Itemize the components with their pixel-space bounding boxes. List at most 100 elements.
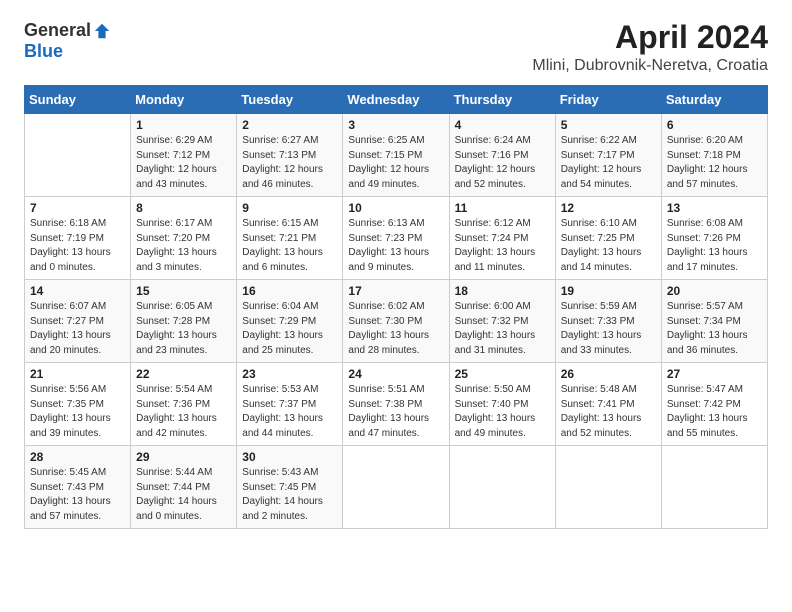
day-number: 16 bbox=[242, 284, 337, 298]
calendar-cell: 28Sunrise: 5:45 AM Sunset: 7:43 PM Dayli… bbox=[25, 446, 131, 529]
day-info: Sunrise: 6:25 AM Sunset: 7:15 PM Dayligh… bbox=[348, 134, 443, 192]
calendar-cell bbox=[661, 446, 767, 529]
calendar-cell: 17 Sunrise: 6:02 AM Sunset: 7:30 PM Dayli… bbox=[343, 280, 449, 363]
day-number: 1 bbox=[136, 118, 231, 132]
calendar-cell: 21 Sunrise: 5:56 AM Sunset: 7:35 PM Dayli… bbox=[25, 363, 131, 446]
calendar-cell: 4 Sunrise: 6:24 AM Sunset: 7:16 PM Daylig… bbox=[449, 114, 555, 197]
calendar-cell: 5 Sunrise: 6:22 AM Sunset: 7:17 PM Daylig… bbox=[555, 114, 661, 197]
day-info: Sunrise: 5:50 AM Sunset: 7:40 PM Dayligh… bbox=[455, 383, 550, 441]
calendar-cell bbox=[343, 446, 449, 529]
day-number: 14 bbox=[30, 284, 125, 298]
day-info: Sunrise: 6:08 AM Sunset: 7:26 PM Dayligh… bbox=[667, 217, 762, 275]
calendar-cell bbox=[555, 446, 661, 529]
day-number: 9 bbox=[242, 201, 337, 215]
calendar-cell: 2 Sunrise: 6:27 AM Sunset: 7:13 PM Daylig… bbox=[237, 114, 343, 197]
calendar-cell: 7 Sunrise: 6:18 AM Sunset: 7:19 PM Daylig… bbox=[25, 197, 131, 280]
calendar-table: SundayMondayTuesdayWednesdayThursdayFrid… bbox=[24, 85, 768, 529]
day-info: Sunrise: 5:54 AM Sunset: 7:36 PM Dayligh… bbox=[136, 383, 231, 441]
day-number: 29 bbox=[136, 450, 231, 464]
calendar-cell: 22 Sunrise: 5:54 AM Sunset: 7:36 PM Dayli… bbox=[131, 363, 237, 446]
day-number: 7 bbox=[30, 201, 125, 215]
calendar-cell: 1 Sunrise: 6:29 AM Sunset: 7:12 PM Daylig… bbox=[131, 114, 237, 197]
day-info: Sunrise: 6:12 AM Sunset: 7:24 PM Dayligh… bbox=[455, 217, 550, 275]
calendar-cell: 14 Sunrise: 6:07 AM Sunset: 7:27 PM Dayli… bbox=[25, 280, 131, 363]
day-info: Sunrise: 6:04 AM Sunset: 7:29 PM Dayligh… bbox=[242, 300, 337, 358]
day-info: Sunrise: 6:24 AM Sunset: 7:16 PM Dayligh… bbox=[455, 134, 550, 192]
day-header-friday: Friday bbox=[555, 86, 661, 114]
day-number: 21 bbox=[30, 367, 125, 381]
day-info: Sunrise: 6:15 AM Sunset: 7:21 PM Dayligh… bbox=[242, 217, 337, 275]
day-number: 8 bbox=[136, 201, 231, 215]
calendar-cell: 19 Sunrise: 5:59 AM Sunset: 7:33 PM Dayli… bbox=[555, 280, 661, 363]
day-info: Sunrise: 5:59 AM Sunset: 7:33 PM Dayligh… bbox=[561, 300, 656, 358]
day-number: 26 bbox=[561, 367, 656, 381]
day-info: Sunrise: 5:48 AM Sunset: 7:41 PM Dayligh… bbox=[561, 383, 656, 441]
day-info: Sunrise: 5:51 AM Sunset: 7:38 PM Dayligh… bbox=[348, 383, 443, 441]
day-number: 5 bbox=[561, 118, 656, 132]
day-number: 10 bbox=[348, 201, 443, 215]
day-info: Sunrise: 6:00 AM Sunset: 7:32 PM Dayligh… bbox=[455, 300, 550, 358]
calendar-cell: 8 Sunrise: 6:17 AM Sunset: 7:20 PM Daylig… bbox=[131, 197, 237, 280]
day-header-sunday: Sunday bbox=[25, 86, 131, 114]
day-header-thursday: Thursday bbox=[449, 86, 555, 114]
calendar-cell bbox=[449, 446, 555, 529]
day-number: 28 bbox=[30, 450, 125, 464]
calendar-cell: 15 Sunrise: 6:05 AM Sunset: 7:28 PM Dayli… bbox=[131, 280, 237, 363]
day-info: Sunrise: 6:27 AM Sunset: 7:13 PM Dayligh… bbox=[242, 134, 337, 192]
day-number: 30 bbox=[242, 450, 337, 464]
calendar-cell: 27 Sunrise: 5:47 AM Sunset: 7:42 PM Dayli… bbox=[661, 363, 767, 446]
calendar-cell: 30 Sunrise: 5:43 AM Sunset: 7:45 PM Dayli… bbox=[237, 446, 343, 529]
calendar-cell: 11Sunrise: 6:12 AM Sunset: 7:24 PM Dayli… bbox=[449, 197, 555, 280]
calendar-cell: 10 Sunrise: 6:13 AM Sunset: 7:23 PM Dayli… bbox=[343, 197, 449, 280]
day-number: 22 bbox=[136, 367, 231, 381]
day-info: Sunrise: 5:43 AM Sunset: 7:45 PM Dayligh… bbox=[242, 466, 337, 524]
day-info: Sunrise: 5:47 AM Sunset: 7:42 PM Dayligh… bbox=[667, 383, 762, 441]
day-number: 19 bbox=[561, 284, 656, 298]
day-info: Sunrise: 6:20 AM Sunset: 7:18 PM Dayligh… bbox=[667, 134, 762, 192]
day-info: Sunrise: 6:13 AM Sunset: 7:23 PM Dayligh… bbox=[348, 217, 443, 275]
day-info: Sunrise: 6:02 AM Sunset: 7:30 PM Dayligh… bbox=[348, 300, 443, 358]
calendar-cell: 9 Sunrise: 6:15 AM Sunset: 7:21 PM Daylig… bbox=[237, 197, 343, 280]
day-info: Sunrise: 5:53 AM Sunset: 7:37 PM Dayligh… bbox=[242, 383, 337, 441]
calendar-cell: 13 Sunrise: 6:08 AM Sunset: 7:26 PM Dayli… bbox=[661, 197, 767, 280]
day-number: 2 bbox=[242, 118, 337, 132]
day-info: Sunrise: 5:56 AM Sunset: 7:35 PM Dayligh… bbox=[30, 383, 125, 441]
calendar-cell: 24 Sunrise: 5:51 AM Sunset: 7:38 PM Dayli… bbox=[343, 363, 449, 446]
day-number: 17 bbox=[348, 284, 443, 298]
logo: General Blue bbox=[24, 20, 111, 62]
calendar-cell: 23 Sunrise: 5:53 AM Sunset: 7:37 PM Dayli… bbox=[237, 363, 343, 446]
calendar-cell: 25Sunrise: 5:50 AM Sunset: 7:40 PM Dayli… bbox=[449, 363, 555, 446]
day-info: Sunrise: 6:17 AM Sunset: 7:20 PM Dayligh… bbox=[136, 217, 231, 275]
day-info: Sunrise: 5:44 AM Sunset: 7:44 PM Dayligh… bbox=[136, 466, 231, 524]
logo-icon bbox=[93, 22, 111, 40]
day-info: Sunrise: 6:05 AM Sunset: 7:28 PM Dayligh… bbox=[136, 300, 231, 358]
day-info: Sunrise: 6:18 AM Sunset: 7:19 PM Dayligh… bbox=[30, 217, 125, 275]
day-info: Sunrise: 6:22 AM Sunset: 7:17 PM Dayligh… bbox=[561, 134, 656, 192]
calendar-cell: 29 Sunrise: 5:44 AM Sunset: 7:44 PM Dayli… bbox=[131, 446, 237, 529]
calendar-subtitle: Mlini, Dubrovnik-Neretva, Croatia bbox=[532, 57, 768, 75]
day-number: 20 bbox=[667, 284, 762, 298]
day-number: 23 bbox=[242, 367, 337, 381]
day-number: 24 bbox=[348, 367, 443, 381]
calendar-cell: 16 Sunrise: 6:04 AM Sunset: 7:29 PM Dayli… bbox=[237, 280, 343, 363]
calendar-cell: 6 Sunrise: 6:20 AM Sunset: 7:18 PM Daylig… bbox=[661, 114, 767, 197]
day-number: 15 bbox=[136, 284, 231, 298]
day-info: Sunrise: 6:07 AM Sunset: 7:27 PM Dayligh… bbox=[30, 300, 125, 358]
day-number: 27 bbox=[667, 367, 762, 381]
day-number: 6 bbox=[667, 118, 762, 132]
day-number: 3 bbox=[348, 118, 443, 132]
title-area: April 2024 Mlini, Dubrovnik-Neretva, Cro… bbox=[532, 20, 768, 75]
day-header-saturday: Saturday bbox=[661, 86, 767, 114]
calendar-cell: 18Sunrise: 6:00 AM Sunset: 7:32 PM Dayli… bbox=[449, 280, 555, 363]
calendar-cell: 20Sunrise: 5:57 AM Sunset: 7:34 PM Dayli… bbox=[661, 280, 767, 363]
day-number: 12 bbox=[561, 201, 656, 215]
day-number: 13 bbox=[667, 201, 762, 215]
calendar-cell: 12 Sunrise: 6:10 AM Sunset: 7:25 PM Dayli… bbox=[555, 197, 661, 280]
day-number: 4 bbox=[455, 118, 550, 132]
logo-general-text: General bbox=[24, 20, 91, 41]
day-header-monday: Monday bbox=[131, 86, 237, 114]
day-info: Sunrise: 6:10 AM Sunset: 7:25 PM Dayligh… bbox=[561, 217, 656, 275]
calendar-cell bbox=[25, 114, 131, 197]
day-info: Sunrise: 6:29 AM Sunset: 7:12 PM Dayligh… bbox=[136, 134, 231, 192]
day-header-tuesday: Tuesday bbox=[237, 86, 343, 114]
